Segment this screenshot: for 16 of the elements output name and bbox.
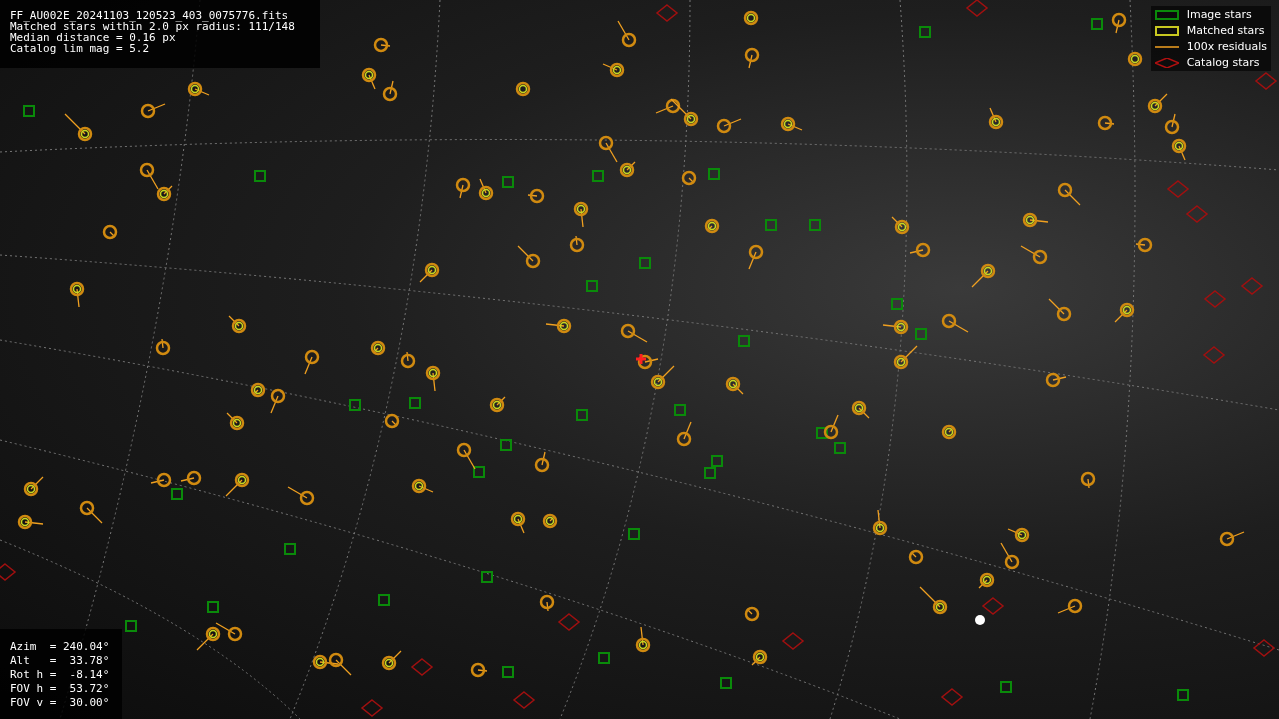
legend-label: Catalog stars [1186,56,1260,69]
legend-label: Image stars [1186,8,1252,21]
legend-label: 100x residuals [1186,40,1267,53]
pointing-line: Alt = 33.78° [10,655,111,666]
pointing-line: FOV v = 30.00° [10,697,111,708]
pointing-line: Rot h = -8.14° [10,669,111,680]
info-line: Catalog lim mag = 5.2 [10,43,151,54]
info-line: FF_AU002E_20241103_120523_403_0075776.fits [10,10,290,21]
rectangle-outline-icon [1154,25,1179,36]
info-line: Matched stars within 2.0 px radius: 111/148 [10,21,296,32]
diamond-icon [1154,57,1179,68]
square-outline-icon [1154,9,1179,20]
pointing-line: Azim = 240.04° [10,641,111,652]
info-line: Median distance = 0.16 px [10,32,176,43]
legend-label: Matched stars [1186,24,1265,37]
pointing-line: FOV h = 53.72° [10,683,111,694]
